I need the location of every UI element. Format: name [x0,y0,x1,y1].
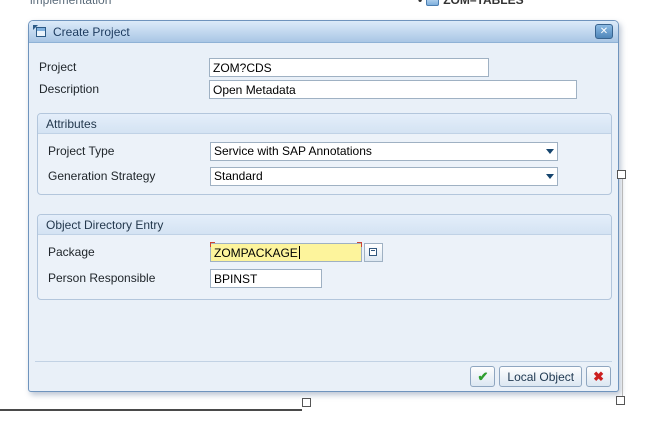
project-row: Project ZOM?CDS [39,57,489,77]
package-row: Package ZOMPACKAGE [48,242,383,262]
dialog-window-icon [34,26,48,38]
description-row: Description Open Metadata [39,79,577,99]
attributes-group-header: Attributes [38,114,611,134]
object-directory-group-header: Object Directory Entry [38,215,611,235]
generation-strategy-row: Generation Strategy Standard [48,166,558,186]
package-input[interactable]: ZOMPACKAGE [210,243,362,262]
selection-edge [622,177,623,399]
background-strip: implementation • ZOM–TABLES [0,0,654,10]
attributes-group: Attributes Project Type Service with SAP… [37,113,612,195]
local-object-button[interactable]: Local Object [499,366,582,387]
footer-toolbar: ✔ Local Object ✖ [470,366,611,387]
project-label: Project [39,60,209,74]
dialog-title: Create Project [53,25,590,39]
chevron-down-icon [546,149,554,154]
package-value: ZOMPACKAGE [214,246,298,260]
person-responsible-row: Person Responsible BPINST [48,268,322,288]
selection-handle-bottom[interactable] [302,398,311,407]
bullet: • [418,0,422,7]
project-type-label: Project Type [48,144,210,158]
value-help-button[interactable] [364,243,383,262]
footer-separator [35,361,612,362]
screen: implementation • ZOM–TABLES Create Proje… [0,0,654,426]
background-text-right: ZOM–TABLES [443,0,523,7]
close-button[interactable]: ✕ [595,24,613,39]
text-cursor [299,246,300,259]
project-type-value: Service with SAP Annotations [214,144,372,158]
package-label: Package [48,245,210,259]
value-help-icon [369,248,377,256]
background-text-left: implementation [30,0,111,7]
selection-handle-right[interactable] [617,170,626,179]
package-icon [426,0,439,6]
object-directory-group: Object Directory Entry Package ZOMPACKAG… [37,214,612,300]
person-responsible-input[interactable]: BPINST [210,269,322,288]
background-tree-item: • ZOM–TABLES [418,0,524,7]
dialog-titlebar[interactable]: Create Project ✕ [29,21,618,43]
project-type-row: Project Type Service with SAP Annotation… [48,141,558,161]
selection-handle-bottom-right[interactable] [616,396,625,405]
description-label: Description [39,82,209,96]
generation-strategy-value: Standard [214,169,263,183]
focus-corner-mark [357,242,362,247]
cancel-button[interactable]: ✖ [586,366,611,387]
project-input[interactable]: ZOM?CDS [209,58,489,77]
generation-strategy-dropdown[interactable]: Standard [210,167,558,186]
description-input[interactable]: Open Metadata [209,80,577,99]
generation-strategy-label: Generation Strategy [48,169,210,183]
chevron-down-icon [546,174,554,179]
create-project-dialog: Create Project ✕ Project ZOM?CDS Descrip… [28,20,619,392]
person-responsible-label: Person Responsible [48,271,210,285]
window-edge-line [0,409,302,411]
project-type-dropdown[interactable]: Service with SAP Annotations [210,142,558,161]
focus-corner-mark [210,242,215,247]
confirm-button[interactable]: ✔ [470,366,495,387]
